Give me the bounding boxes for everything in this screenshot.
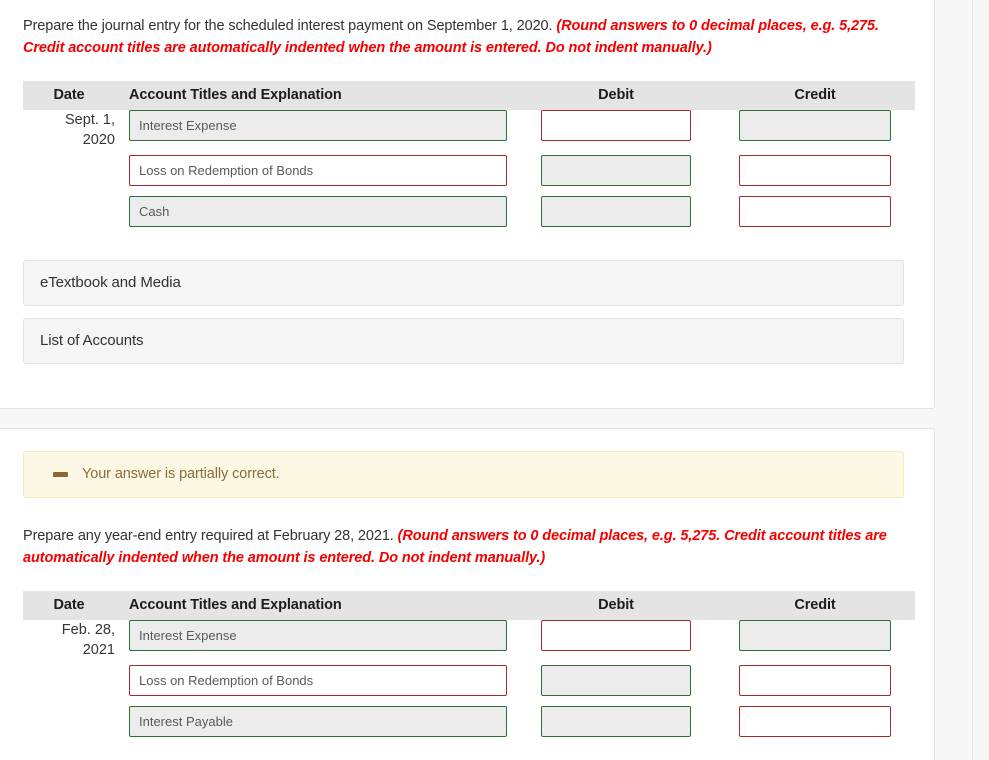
header-debit: Debit (517, 81, 715, 110)
date-line-1: Sept. 1, (65, 112, 115, 128)
date-line-2: 2020 (82, 132, 115, 148)
question-card-part-two: Your answer is partially correct. Prepar… (0, 428, 935, 760)
table-row: Sept. 1, 2020 Interest Expense (23, 110, 915, 148)
table-row: Cash (23, 186, 915, 227)
table-row: Loss on Redemption of Bonds (23, 651, 915, 696)
credit-input-1[interactable] (739, 620, 891, 651)
account-title-input-2[interactable]: Loss on Redemption of Bonds (129, 155, 507, 186)
prompt-text: Prepare any year-end entry required at F… (23, 528, 398, 544)
prompt-text: Prepare the journal entry for the schedu… (23, 18, 557, 34)
debit-input-3[interactable] (541, 196, 691, 227)
credit-input-2[interactable] (739, 155, 891, 186)
credit-input-1[interactable] (739, 110, 891, 141)
header-date: Date (23, 81, 115, 110)
table-row: Feb. 28, 2021 Interest Expense (23, 620, 915, 658)
header-account: Account Titles and Explanation (115, 81, 517, 110)
etextbook-and-media-panel[interactable]: eTextbook and Media (23, 260, 904, 306)
date-line-2: 2021 (82, 642, 115, 658)
scrollbar-gutter[interactable] (972, 0, 989, 760)
header-credit: Credit (715, 591, 915, 620)
prompt-part-one: Prepare the journal entry for the schedu… (23, 15, 922, 59)
credit-input-3[interactable] (739, 706, 891, 737)
prompt-part-two: Prepare any year-end entry required at F… (23, 525, 922, 569)
debit-input-2[interactable] (541, 155, 691, 186)
accordion-panels: eTextbook and Media List of Accounts (23, 260, 922, 364)
header-account: Account Titles and Explanation (115, 591, 517, 620)
debit-input-1[interactable] (541, 110, 691, 141)
account-title-input-1[interactable]: Interest Expense (129, 620, 507, 651)
table-row: Interest Payable (23, 696, 915, 737)
journal-header-row: Date Account Titles and Explanation Debi… (23, 591, 915, 620)
journal-table-body: Feb. 28, 2021 Interest Expense Loss on R… (23, 620, 915, 737)
journal-table-body: Sept. 1, 2020 Interest Expense Loss on R… (23, 110, 915, 227)
account-title-input-3[interactable]: Interest Payable (129, 706, 507, 737)
journal-table-part-two: Date Account Titles and Explanation Debi… (23, 591, 915, 737)
debit-input-3[interactable] (541, 706, 691, 737)
date-cell: Feb. 28, 2021 (23, 620, 115, 737)
header-debit: Debit (517, 591, 715, 620)
journal-table-part-one: Date Account Titles and Explanation Debi… (23, 81, 915, 227)
list-of-accounts-panel[interactable]: List of Accounts (23, 318, 904, 364)
exercise-page: Prepare the journal entry for the schedu… (0, 0, 989, 760)
date-line-1: Feb. 28, (61, 622, 115, 638)
account-title-input-1[interactable]: Interest Expense (129, 110, 507, 141)
debit-input-1[interactable] (541, 620, 691, 651)
journal-table-header: Date Account Titles and Explanation Debi… (23, 81, 915, 110)
journal-header-row: Date Account Titles and Explanation Debi… (23, 81, 915, 110)
header-date: Date (23, 591, 115, 620)
status-alert-text: Your answer is partially correct. (82, 466, 280, 482)
question-card-part-one: Prepare the journal entry for the schedu… (0, 0, 935, 409)
debit-input-2[interactable] (541, 665, 691, 696)
status-alert: Your answer is partially correct. (23, 451, 904, 498)
account-title-input-3[interactable]: Cash (129, 196, 507, 227)
credit-input-3[interactable] (739, 196, 891, 227)
header-credit: Credit (715, 81, 915, 110)
credit-input-2[interactable] (739, 665, 891, 696)
minus-icon (53, 471, 68, 477)
journal-table-header: Date Account Titles and Explanation Debi… (23, 591, 915, 620)
date-cell: Sept. 1, 2020 (23, 110, 115, 227)
account-title-input-2[interactable]: Loss on Redemption of Bonds (129, 665, 507, 696)
table-row: Loss on Redemption of Bonds (23, 141, 915, 186)
